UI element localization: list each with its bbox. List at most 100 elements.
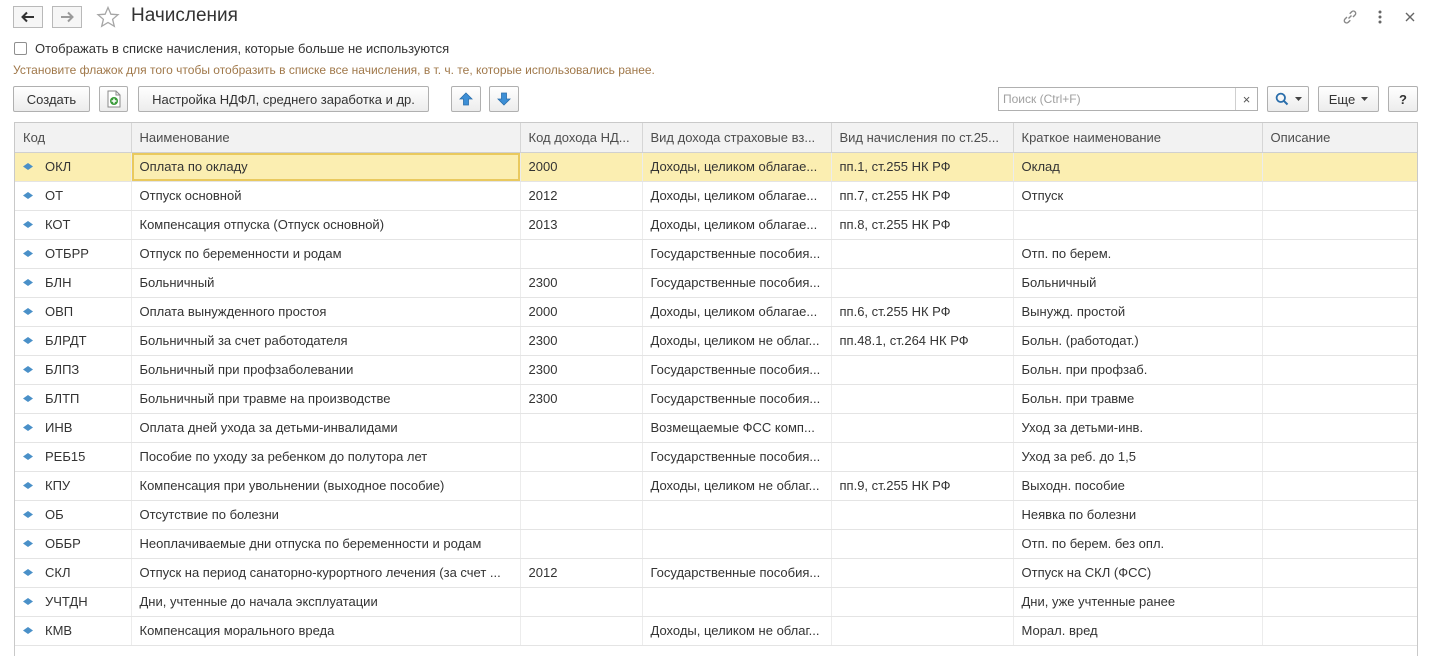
- table-row[interactable]: СКЛ Отпуск на период санаторно-курортного…: [15, 558, 1417, 588]
- table-cell[interactable]: 2012: [520, 558, 643, 588]
- table-cell[interactable]: Больн. (работодат.): [1013, 326, 1263, 356]
- table-cell[interactable]: [520, 239, 643, 269]
- table-cell[interactable]: [831, 529, 1014, 559]
- table-cell[interactable]: Доходы, целиком не облаг...: [642, 471, 832, 501]
- column-header[interactable]: Описание: [1262, 123, 1417, 153]
- table-cell[interactable]: [831, 355, 1014, 385]
- close-icon[interactable]: [1401, 8, 1419, 26]
- table-cell[interactable]: [1262, 181, 1417, 211]
- table-cell[interactable]: [1013, 210, 1263, 240]
- help-button[interactable]: ?: [1388, 86, 1418, 112]
- table-cell[interactable]: 2300: [520, 326, 643, 356]
- table-cell[interactable]: БЛН: [15, 268, 132, 298]
- search-input[interactable]: [999, 89, 1235, 109]
- table-cell[interactable]: КОТ: [15, 210, 132, 240]
- table-cell[interactable]: Государственные пособия...: [642, 268, 832, 298]
- table-cell[interactable]: пп.9, ст.255 НК РФ: [831, 471, 1014, 501]
- table-cell[interactable]: Дни, уже учтенные ранее: [1013, 587, 1263, 617]
- table-cell[interactable]: Больничный при травме на производстве: [131, 384, 521, 414]
- table-row[interactable]: КПУ Компенсация при увольнении (выходное …: [15, 471, 1417, 501]
- table-cell[interactable]: [831, 442, 1014, 472]
- table-cell[interactable]: [831, 239, 1014, 269]
- table-cell[interactable]: ОКЛ: [15, 152, 132, 182]
- table-row[interactable]: БЛН Больничный 2300 Государственные пособия…: [15, 268, 1417, 298]
- table-cell[interactable]: [1262, 152, 1417, 182]
- table-cell[interactable]: Больничный: [1013, 268, 1263, 298]
- table-cell[interactable]: 2300: [520, 384, 643, 414]
- table-cell[interactable]: Уход за детьми-инв.: [1013, 413, 1263, 443]
- move-down-button[interactable]: [489, 86, 519, 112]
- table-cell[interactable]: [1262, 355, 1417, 385]
- table-cell[interactable]: Государственные пособия...: [642, 355, 832, 385]
- table-cell[interactable]: [1262, 297, 1417, 327]
- table-cell[interactable]: КПУ: [15, 471, 132, 501]
- table-row[interactable]: БЛРДТ Больничный за счет работодателя 2300…: [15, 326, 1417, 356]
- table-cell[interactable]: Отпуск на период санаторно-курортного ле…: [131, 558, 521, 588]
- table-cell[interactable]: 2013: [520, 210, 643, 240]
- move-up-button[interactable]: [451, 86, 481, 112]
- table-cell[interactable]: СКЛ: [15, 558, 132, 588]
- table-cell[interactable]: пп.6, ст.255 НК РФ: [831, 297, 1014, 327]
- table-cell[interactable]: Доходы, целиком не облаг...: [642, 616, 832, 646]
- table-cell[interactable]: [831, 268, 1014, 298]
- table-cell[interactable]: Неявка по болезни: [1013, 500, 1263, 530]
- table-cell[interactable]: [642, 587, 832, 617]
- table-cell[interactable]: [520, 587, 643, 617]
- show-unused-option[interactable]: Отображать в списке начисления, которые …: [14, 40, 449, 56]
- table-cell[interactable]: [520, 413, 643, 443]
- table-cell[interactable]: Выходн. пособие: [1013, 471, 1263, 501]
- table-cell[interactable]: [1262, 500, 1417, 530]
- column-header[interactable]: Код: [15, 123, 132, 153]
- table-cell[interactable]: [831, 413, 1014, 443]
- table-cell[interactable]: Отп. по берем.: [1013, 239, 1263, 269]
- ndfl-settings-button[interactable]: Настройка НДФЛ, среднего заработка и др.: [138, 86, 429, 112]
- table-cell[interactable]: Оплата дней ухода за детьми-инвалидами: [131, 413, 521, 443]
- table-cell[interactable]: [520, 616, 643, 646]
- table-row[interactable]: ОТБРР Отпуск по беременности и родам Госуд…: [15, 239, 1417, 269]
- table-cell[interactable]: 2000: [520, 152, 643, 182]
- table-cell[interactable]: пп.48.1, ст.264 НК РФ: [831, 326, 1014, 356]
- more-vertical-icon[interactable]: [1371, 8, 1389, 26]
- table-row[interactable]: КМВ Компенсация морального вреда Доходы, ц…: [15, 616, 1417, 646]
- table-cell[interactable]: [1262, 471, 1417, 501]
- table-cell[interactable]: Больничный: [131, 268, 521, 298]
- table-cell[interactable]: 2300: [520, 355, 643, 385]
- table-cell[interactable]: [520, 471, 643, 501]
- table-cell[interactable]: Доходы, целиком облагае...: [642, 297, 832, 327]
- table-cell[interactable]: ОТ: [15, 181, 132, 211]
- table-cell[interactable]: БЛРДТ: [15, 326, 132, 356]
- table-cell[interactable]: [831, 500, 1014, 530]
- table-cell[interactable]: [1262, 268, 1417, 298]
- table-cell[interactable]: [1262, 558, 1417, 588]
- table-cell[interactable]: [1262, 413, 1417, 443]
- table-cell[interactable]: Отсутствие по болезни: [131, 500, 521, 530]
- column-header[interactable]: Наименование: [131, 123, 521, 153]
- table-cell[interactable]: пп.8, ст.255 НК РФ: [831, 210, 1014, 240]
- table-cell[interactable]: [1262, 384, 1417, 414]
- table-row[interactable]: ОТ Отпуск основной 2012 Доходы, целиком обл…: [15, 181, 1417, 211]
- table-cell[interactable]: пп.7, ст.255 НК РФ: [831, 181, 1014, 211]
- table-cell[interactable]: ОБ: [15, 500, 132, 530]
- table-row[interactable]: ОБ Отсутствие по болезни Неявка по болезни: [15, 500, 1417, 530]
- table-cell[interactable]: ОТБРР: [15, 239, 132, 269]
- more-button[interactable]: Еще: [1318, 86, 1379, 112]
- table-row[interactable]: ОВП Оплата вынужденного простоя 2000 Доходы…: [15, 297, 1417, 327]
- table-cell[interactable]: 2012: [520, 181, 643, 211]
- forward-button[interactable]: [52, 6, 82, 28]
- table-row[interactable]: РЕБ15 Пособие по уходу за ребенком до пол…: [15, 442, 1417, 472]
- table-cell[interactable]: [1262, 442, 1417, 472]
- table-cell[interactable]: Доходы, целиком облагае...: [642, 152, 832, 182]
- table-cell[interactable]: [831, 616, 1014, 646]
- table-cell[interactable]: Больн. при травме: [1013, 384, 1263, 414]
- column-header[interactable]: Краткое наименование: [1013, 123, 1263, 153]
- table-cell[interactable]: Пособие по уходу за ребенком до полутора…: [131, 442, 521, 472]
- back-button[interactable]: [13, 6, 43, 28]
- table-cell[interactable]: ОВП: [15, 297, 132, 327]
- table-cell[interactable]: Больничный за счет работодателя: [131, 326, 521, 356]
- table-cell[interactable]: [1262, 210, 1417, 240]
- table-cell[interactable]: [642, 529, 832, 559]
- table-cell[interactable]: Компенсация отпуска (Отпуск основной): [131, 210, 521, 240]
- table-cell[interactable]: Возмещаемые ФСС комп...: [642, 413, 832, 443]
- table-cell[interactable]: Отпуск по беременности и родам: [131, 239, 521, 269]
- table-cell[interactable]: УЧТДН: [15, 587, 132, 617]
